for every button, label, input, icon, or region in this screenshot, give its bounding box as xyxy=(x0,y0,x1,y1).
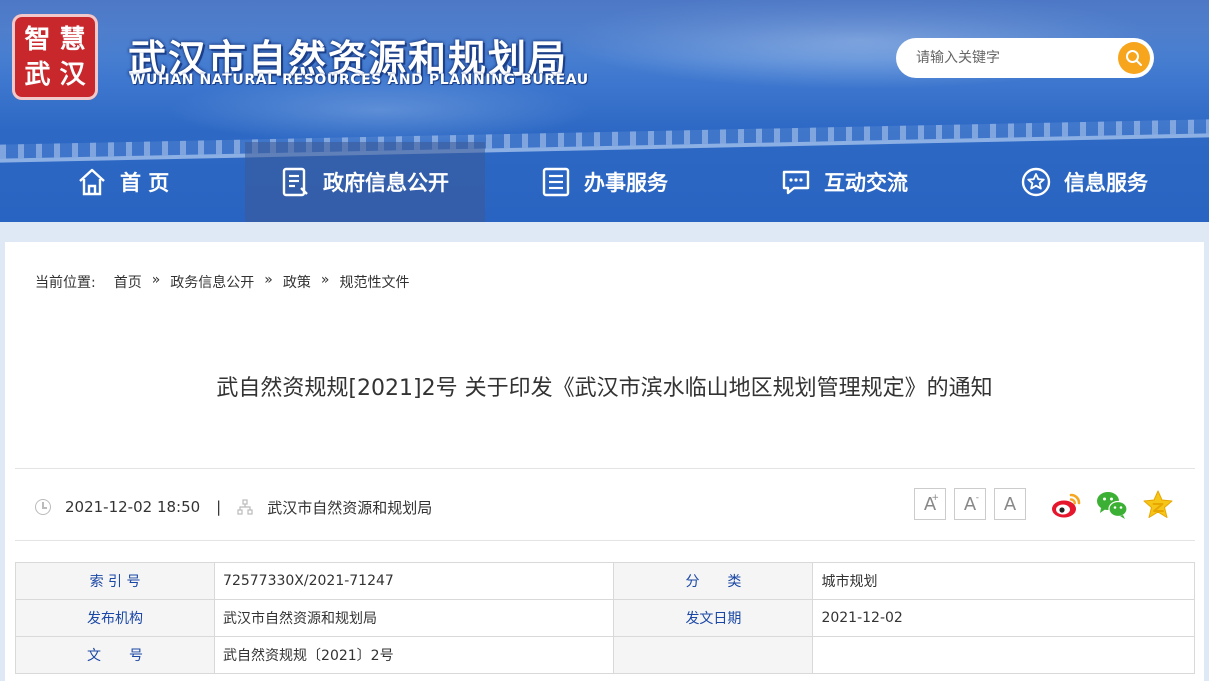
font-size-controls: A + A- A xyxy=(914,488,1026,520)
seal-char: 智 xyxy=(24,24,51,55)
weibo-icon[interactable] xyxy=(1049,488,1083,522)
organization-icon xyxy=(237,499,253,515)
nav-label: 政府信息公开 xyxy=(323,171,449,195)
issuing-agency-value: 武汉市自然资源和规划局 xyxy=(214,599,615,637)
table-row: 文 号 武自然资规规〔2021〕2号 xyxy=(14,636,1195,674)
divider xyxy=(15,468,1195,469)
document-icon xyxy=(282,167,308,197)
star-icon xyxy=(1021,167,1051,197)
font-larger-button[interactable]: A + xyxy=(914,488,946,520)
document-number-label: 文 号 xyxy=(14,636,216,674)
logo-seal[interactable]: 智 慧 武 汉 xyxy=(12,14,98,100)
article-title: 武自然资规规[2021]2号 关于印发《武汉市滨水临山地区规划管理规定》的通知 xyxy=(216,376,993,401)
font-normal-label: A xyxy=(1003,493,1017,515)
search-button[interactable] xyxy=(1118,42,1150,74)
issue-date-value: 2021-12-02 xyxy=(812,599,1195,637)
plus-sign: + xyxy=(931,493,939,503)
search-box xyxy=(896,38,1154,78)
index-number-label: 索 引 号 xyxy=(14,562,216,600)
site-header: 智 慧 武 汉 武汉市自然资源和规划局 WUHAN NATURAL RESOUR… xyxy=(0,0,1209,222)
home-icon xyxy=(79,168,105,196)
breadcrumb-label: 当前位置: xyxy=(35,275,96,291)
clock-icon xyxy=(35,499,51,515)
nav-label: 信息服务 xyxy=(1064,171,1148,195)
breadcrumb-separator: » xyxy=(320,272,330,288)
index-number-value: 72577330X/2021-71247 xyxy=(214,562,615,600)
nav-item-interaction[interactable]: 互动交流 xyxy=(780,142,908,222)
font-smaller-label: A xyxy=(963,493,977,515)
seal-char: 慧 xyxy=(59,24,86,55)
breadcrumb-normative-docs[interactable]: 规范性文件 xyxy=(339,272,409,292)
list-icon xyxy=(542,167,570,197)
table-row: 发布机构 武汉市自然资源和规划局 发文日期 2021-12-02 xyxy=(14,599,1195,637)
nav-label: 首 页 xyxy=(120,171,170,195)
table-row: 索 引 号 72577330X/2021-71247 分 类 城市规划 xyxy=(14,562,1195,600)
search-input[interactable] xyxy=(916,48,1106,68)
qzone-icon[interactable] xyxy=(1141,488,1175,522)
nav-item-gov-info[interactable]: 政府信息公开 xyxy=(245,142,485,222)
nav-item-info-services[interactable]: 信息服务 xyxy=(1020,142,1148,222)
site-subtitle: WUHAN NATURAL RESOURCES AND PLANNING BUR… xyxy=(130,72,589,88)
seal-char: 武 xyxy=(24,59,51,90)
category-value: 城市规划 xyxy=(812,562,1195,600)
wechat-icon[interactable] xyxy=(1095,488,1129,522)
chat-icon xyxy=(782,170,810,195)
divider xyxy=(15,540,1195,541)
font-normal-button[interactable]: A xyxy=(994,488,1026,520)
breadcrumb-home[interactable]: 首页 xyxy=(114,272,142,292)
breadcrumb-separator: » xyxy=(264,272,273,288)
nav-label: 互动交流 xyxy=(824,171,908,195)
category-label: 分 类 xyxy=(613,562,814,600)
font-smaller-button[interactable]: A- xyxy=(954,488,986,520)
content-panel: 当前位置: 首页 » 政务信息公开 » 政策 » 规范性文件 武自然资规规[20… xyxy=(5,242,1204,681)
search-icon xyxy=(1126,50,1142,66)
meta-divider: | xyxy=(216,498,222,516)
breadcrumb-policy[interactable]: 政策 xyxy=(283,272,311,292)
minus-sign: - xyxy=(975,493,979,503)
publish-datetime: 2021-12-02 18:50 xyxy=(65,498,201,516)
article-meta: 2021-12-02 18:50 | 武汉市自然资源和规划局 xyxy=(35,496,432,518)
breadcrumb-separator: » xyxy=(151,272,161,288)
empty-value xyxy=(812,636,1195,674)
document-info-table: 索 引 号 72577330X/2021-71247 分 类 城市规划 发布机构… xyxy=(14,562,1195,674)
issuing-agency-label: 发布机构 xyxy=(14,599,216,637)
issue-date-label: 发文日期 xyxy=(613,599,814,637)
main-nav: 首 页 政府信息公开 办事服务 互动交流 信息服务 xyxy=(0,142,1209,222)
breadcrumb: 当前位置: 首页 » 政务信息公开 » 政策 » 规范性文件 xyxy=(35,272,409,292)
publisher: 武汉市自然资源和规划局 xyxy=(267,498,433,517)
breadcrumb-gov-info[interactable]: 政务信息公开 xyxy=(170,272,254,292)
empty-label xyxy=(613,636,814,674)
seal-char: 汉 xyxy=(59,59,86,90)
nav-label: 办事服务 xyxy=(584,171,668,195)
document-number-value: 武自然资规规〔2021〕2号 xyxy=(214,636,615,674)
nav-item-home[interactable]: 首 页 xyxy=(76,142,169,222)
share-buttons xyxy=(1049,488,1175,522)
nav-item-services[interactable]: 办事服务 xyxy=(540,142,668,222)
